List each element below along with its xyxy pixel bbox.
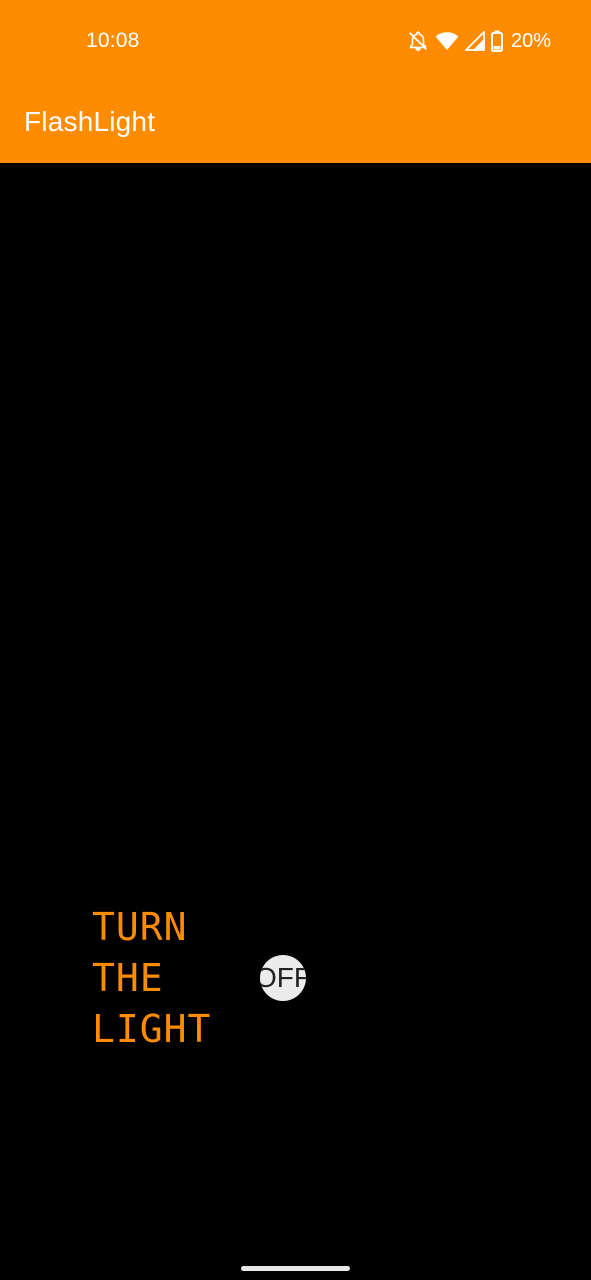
flashlight-control: TURN THE LIGHT OFF <box>92 902 352 1052</box>
battery-percentage: 20% <box>510 29 551 52</box>
toggle-state-text: OFF <box>260 962 306 993</box>
notifications-off-icon <box>407 30 429 52</box>
label-line-1: TURN <box>92 905 188 949</box>
flashlight-screen: 10:08 20% FlashLight TURN THE LIGHT OFF <box>0 0 591 1280</box>
gesture-navigation-handle[interactable] <box>241 1266 350 1271</box>
label-line-2: THE <box>92 956 164 1000</box>
label-line-3: LIGHT <box>92 1007 212 1051</box>
light-toggle-switch[interactable]: OFF <box>260 955 306 1001</box>
app-title: FlashLight <box>24 106 156 137</box>
status-bar: 10:08 20% <box>0 0 591 82</box>
status-icons: 20% <box>407 28 551 54</box>
app-header: 10:08 20% FlashLight <box>0 0 591 163</box>
status-time: 10:08 <box>86 29 140 52</box>
wifi-icon <box>435 31 459 51</box>
turn-the-light-label: TURN THE LIGHT <box>92 902 252 1055</box>
cellular-signal-icon <box>464 31 485 51</box>
battery-icon <box>490 30 503 52</box>
